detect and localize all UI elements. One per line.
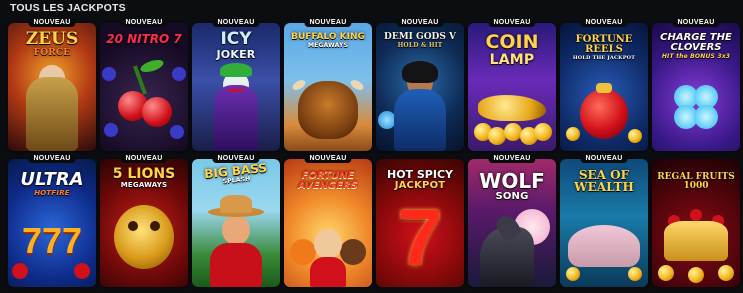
new-badge: NOUVEAU xyxy=(488,154,536,163)
game-logo: ULTRA HOTFIRE xyxy=(11,171,93,197)
game-title: 20 NITRO 7 xyxy=(106,32,182,46)
game-subtitle: MEGAWAYS xyxy=(120,181,168,189)
game-title: ULTRA xyxy=(20,169,84,190)
game-tile-fortune-avengers[interactable]: NOUVEAU FORTUNE AVENGERS xyxy=(284,154,372,287)
game-logo: ZEUS FORCE xyxy=(11,31,93,58)
game-title: 5 LIONS xyxy=(112,166,176,182)
game-logo: FORTUNE AVENGERS xyxy=(287,171,369,191)
game-subtitle: HOLD & HIT xyxy=(397,42,443,49)
game-logo: FORTUNE REELS HOLD THE JACKPOT xyxy=(563,35,645,61)
game-logo: WOLF SONG xyxy=(471,171,553,202)
game-title: REGAL FRUITS 1000 xyxy=(657,172,735,191)
game-subtitle: LAMP xyxy=(489,52,535,68)
game-tile-wolf-song[interactable]: NOUVEAU WOLF SONG xyxy=(468,154,556,287)
new-badge: NOUVEAU xyxy=(488,18,536,27)
game-subtitle: JOKER xyxy=(216,48,256,61)
game-logo: CHARGE THE CLOVERS HIT the BONUS 3x3 xyxy=(655,33,737,60)
game-logo: 5 LIONS MEGAWAYS xyxy=(103,167,185,189)
game-tile-buffalo-king[interactable]: NOUVEAU BUFFALO KING MEGAWAYS xyxy=(284,18,372,151)
game-subtitle: JACKPOT xyxy=(394,180,446,191)
new-badge: NOUVEAU xyxy=(120,154,168,163)
game-tile-fortune-reels[interactable]: NOUVEAU FORTUNE REELS HOLD THE JACKPOT xyxy=(560,18,648,151)
game-title: FORTUNE AVENGERS xyxy=(298,170,358,191)
new-badge: NOUVEAU xyxy=(28,154,76,163)
game-logo: DEMI GODS V HOLD & HIT xyxy=(379,33,461,49)
game-tile-20-nitro-7[interactable]: NOUVEAU 20 NITRO 7 xyxy=(100,18,188,151)
game-logo: BUFFALO KING MEGAWAYS xyxy=(287,33,369,49)
new-badge: NOUVEAU xyxy=(304,18,352,27)
game-title: ICY xyxy=(220,29,252,49)
new-badge: NOUVEAU xyxy=(212,18,260,27)
new-badge: NOUVEAU xyxy=(28,18,76,27)
game-tile-ultra-hotfire[interactable]: NOUVEAU 777 ULTRA HOTFIRE xyxy=(8,154,96,287)
new-badge: NOUVEAU xyxy=(212,154,260,163)
game-logo: SEA OF WEALTH xyxy=(563,169,645,193)
game-logo: ICY JOKER xyxy=(195,29,277,61)
game-logo: HOT SPICY JACKPOT xyxy=(379,169,461,191)
game-logo: COIN LAMP xyxy=(471,31,553,68)
game-subtitle: FORCE xyxy=(33,48,71,58)
game-subtitle: SONG xyxy=(495,191,529,202)
games-grid: NOUVEAU ZEUS FORCE NOUVEAU 20 NITRO 7 NO… xyxy=(8,18,740,287)
game-tile-hot-spicy-jackpot[interactable]: 7 HOT SPICY JACKPOT xyxy=(376,159,464,287)
game-tile-icy-joker[interactable]: NOUVEAU ICY JOKER xyxy=(192,18,280,151)
game-tile-zeus-force[interactable]: NOUVEAU ZEUS FORCE xyxy=(8,18,96,151)
new-badge: NOUVEAU xyxy=(396,18,444,27)
game-subtitle: MEGAWAYS xyxy=(307,42,349,49)
game-title: COIN xyxy=(485,31,539,53)
game-title: WOLF xyxy=(479,169,545,193)
game-tile-demi-gods-v[interactable]: NOUVEAU DEMI GODS V HOLD & HIT xyxy=(376,18,464,151)
game-title: SEA OF WEALTH xyxy=(574,168,634,194)
game-title: BUFFALO KING xyxy=(291,32,365,42)
game-tile-coin-lamp[interactable]: NOUVEAU COIN LAMP xyxy=(468,18,556,151)
new-badge: NOUVEAU xyxy=(120,18,168,27)
new-badge: NOUVEAU xyxy=(304,154,352,163)
new-badge: NOUVEAU xyxy=(580,154,628,163)
game-tile-sea-of-wealth[interactable]: NOUVEAU SEA OF WEALTH xyxy=(560,154,648,287)
game-logo: 20 NITRO 7 xyxy=(103,33,185,45)
game-subtitle: HIT the BONUS 3x3 xyxy=(661,53,731,60)
game-subtitle: HOLD THE JACKPOT xyxy=(572,55,636,61)
game-subtitle: HOTFIRE xyxy=(34,189,70,197)
new-badge: NOUVEAU xyxy=(580,18,628,27)
game-tile-charge-the-clovers[interactable]: NOUVEAU CHARGE THE CLOVERS HIT the BONUS… xyxy=(652,18,740,151)
game-title: CHARGE THE CLOVERS xyxy=(660,32,732,53)
game-tile-5-lions-megaways[interactable]: NOUVEAU 5 LIONS MEGAWAYS xyxy=(100,154,188,287)
section-title: TOUS LES JACKPOTS xyxy=(10,2,126,14)
game-title: FORTUNE REELS xyxy=(575,34,633,55)
game-title: DEMI GODS V xyxy=(384,32,456,42)
game-tile-regal-fruits-1000[interactable]: REGAL FRUITS 1000 xyxy=(652,159,740,287)
game-tile-big-bass-splash[interactable]: NOUVEAU BIG BASS SPLASH xyxy=(192,154,280,287)
game-logo: REGAL FRUITS 1000 xyxy=(655,173,737,191)
game-title: ZEUS xyxy=(25,29,79,49)
new-badge: NOUVEAU xyxy=(672,18,720,27)
